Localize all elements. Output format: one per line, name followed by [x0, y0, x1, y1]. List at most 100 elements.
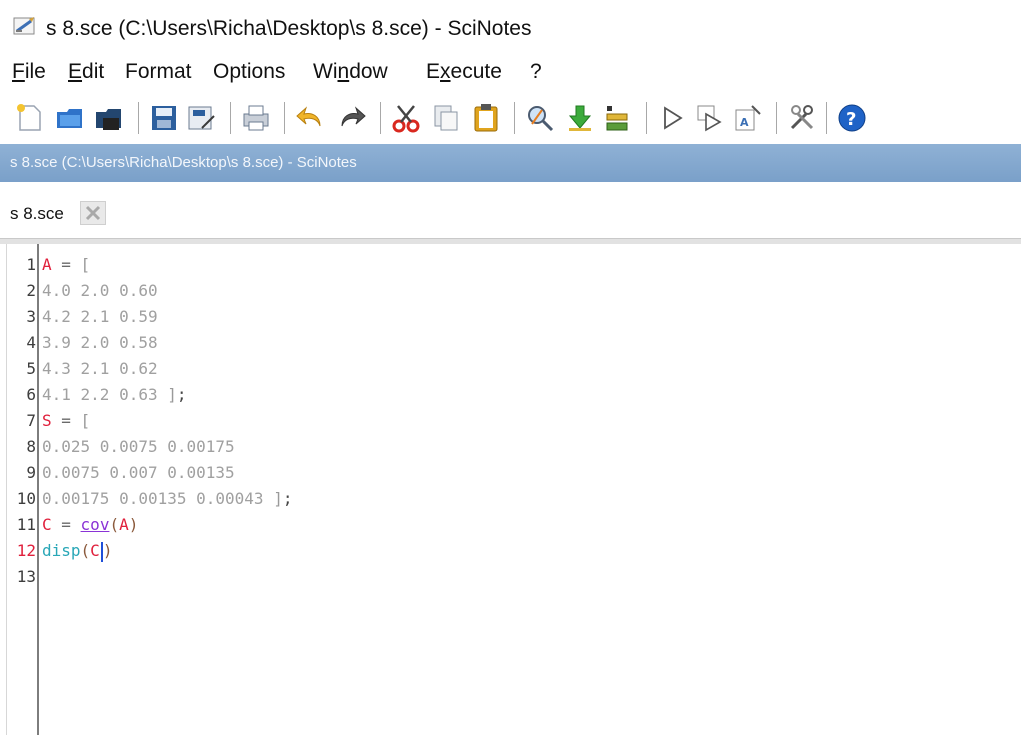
save-as-icon[interactable]	[186, 102, 218, 134]
code-line[interactable]: S = [	[42, 408, 90, 434]
code-token: 4.3 2.1 0.62	[42, 359, 158, 378]
code-token: [	[80, 255, 91, 274]
document-path-bar: s 8.sce (C:\Users\Richa\Desktop\s 8.sce)…	[0, 144, 1021, 182]
code-token: 4.1 2.2 0.63	[42, 385, 168, 404]
close-tab-button[interactable]	[80, 201, 106, 225]
new-file-icon[interactable]	[14, 102, 46, 134]
redo-icon[interactable]	[336, 102, 368, 134]
load-into-scilab-icon[interactable]	[564, 102, 596, 134]
code-token: =	[51, 255, 81, 274]
menu-bar: File Edit Format Options Window Execute …	[0, 52, 1021, 92]
window-title: s 8.sce (C:\Users\Richa\Desktop\s 8.sce)…	[46, 17, 532, 40]
code-token: 0.025 0.0075 0.00175	[42, 437, 235, 456]
find-replace-icon[interactable]	[524, 102, 556, 134]
gutter-separator	[37, 244, 39, 735]
menu-file[interactable]: File	[12, 60, 46, 84]
code-token: =	[51, 515, 81, 534]
code-line[interactable]: 4.2 2.1 0.59	[42, 304, 158, 330]
code-line[interactable]: 4.0 2.0 0.60	[42, 278, 158, 304]
close-icon	[85, 205, 101, 221]
line-number: 5	[26, 359, 36, 378]
code-token: S	[42, 411, 52, 430]
toolbar-separator	[776, 102, 777, 134]
code-line[interactable]: disp(C)	[42, 538, 112, 564]
code-token: (	[109, 515, 120, 534]
line-number-gutter: 1 2 3 4 5 6 7 8 9 10 11 12 13	[8, 244, 36, 735]
toolbar-separator	[380, 102, 381, 134]
line-number: 4	[26, 333, 36, 352]
code-token: =	[51, 411, 81, 430]
menu-format[interactable]: Format	[125, 60, 192, 84]
code-line[interactable]: 0.025 0.0075 0.00175	[42, 434, 235, 460]
line-number: 7	[26, 411, 36, 430]
line-number: 12	[16, 541, 36, 560]
code-token: A	[119, 515, 129, 534]
toolbar-separator	[284, 102, 285, 134]
toolbar-separator	[138, 102, 139, 134]
code-token: ;	[176, 385, 187, 404]
code-token: disp	[42, 541, 81, 560]
menu-edit[interactable]: Edit	[68, 60, 104, 84]
line-number: 9	[26, 463, 36, 482]
menu-execute[interactable]: Execute	[426, 60, 502, 84]
code-token: ]	[167, 385, 177, 404]
line-number: 2	[26, 281, 36, 300]
code-token: (	[80, 541, 91, 560]
tab-bar: s 8.sce	[0, 182, 1021, 238]
code-line[interactable]: A = [	[42, 252, 90, 278]
code-token: )	[102, 541, 113, 560]
code-token: 0.0075 0.007 0.00135	[42, 463, 235, 482]
paste-icon[interactable]	[470, 102, 502, 134]
code-token: ]	[273, 489, 283, 508]
code-line[interactable]: 3.9 2.0 0.58	[42, 330, 158, 356]
open-file-icon[interactable]	[54, 102, 86, 134]
code-token: )	[128, 515, 139, 534]
code-token: A	[42, 255, 52, 274]
code-token: cov	[80, 515, 110, 534]
run-selection-icon[interactable]	[694, 102, 726, 134]
toolbar-separator	[514, 102, 515, 134]
code-token: [	[80, 411, 91, 430]
scinotes-app-icon	[13, 17, 35, 35]
code-token: 3.9 2.0 0.58	[42, 333, 158, 352]
code-token: C	[42, 515, 52, 534]
line-number: 13	[16, 567, 36, 586]
code-token: 4.2 2.1 0.59	[42, 307, 158, 326]
run-icon[interactable]	[656, 102, 688, 134]
execute-file-icon[interactable]	[602, 102, 634, 134]
code-line[interactable]: C = cov(A)	[42, 512, 138, 538]
svg-text:A: A	[740, 116, 749, 129]
document-path: s 8.sce (C:\Users\Richa\Desktop\s 8.sce)…	[10, 154, 357, 171]
code-line[interactable]: 0.00175 0.00135 0.00043 ];	[42, 486, 292, 512]
format-code-icon[interactable]: A	[732, 102, 764, 134]
print-icon[interactable]	[240, 102, 272, 134]
line-number: 6	[26, 385, 36, 404]
tab-s8-sce[interactable]: s 8.sce	[10, 204, 64, 224]
menu-help[interactable]: ?	[530, 60, 542, 84]
title-bar: s 8.sce (C:\Users\Richa\Desktop\s 8.sce)…	[0, 0, 1021, 52]
menu-window[interactable]: Window	[313, 60, 388, 84]
toolbar-separator	[646, 102, 647, 134]
line-number: 3	[26, 307, 36, 326]
line-number: 11	[16, 515, 36, 534]
code-token: ;	[282, 489, 293, 508]
code-line[interactable]: 4.1 2.2 0.63 ];	[42, 382, 187, 408]
code-token: 0.00175 0.00135 0.00043	[42, 489, 274, 508]
code-line[interactable]: 0.0075 0.007 0.00135	[42, 460, 235, 486]
toolbar: A ?	[0, 92, 1021, 144]
code-editor[interactable]: 1 2 3 4 5 6 7 8 9 10 11 12 13 A = [4.0 2.0 0.60 4.2 2…	[0, 244, 1021, 735]
copy-icon[interactable]	[430, 102, 462, 134]
help-icon[interactable]: ?	[836, 102, 868, 134]
line-number: 1	[26, 255, 36, 274]
line-number: 8	[26, 437, 36, 456]
menu-options[interactable]: Options	[213, 60, 285, 84]
save-icon[interactable]	[148, 102, 180, 134]
svg-text:?: ?	[846, 109, 856, 130]
code-token: C	[90, 541, 100, 560]
preferences-icon[interactable]	[786, 102, 818, 134]
undo-icon[interactable]	[294, 102, 326, 134]
code-line[interactable]: 4.3 2.1 0.62	[42, 356, 158, 382]
open-recent-icon[interactable]	[93, 102, 125, 134]
line-number: 10	[16, 489, 36, 508]
cut-icon[interactable]	[390, 102, 422, 134]
